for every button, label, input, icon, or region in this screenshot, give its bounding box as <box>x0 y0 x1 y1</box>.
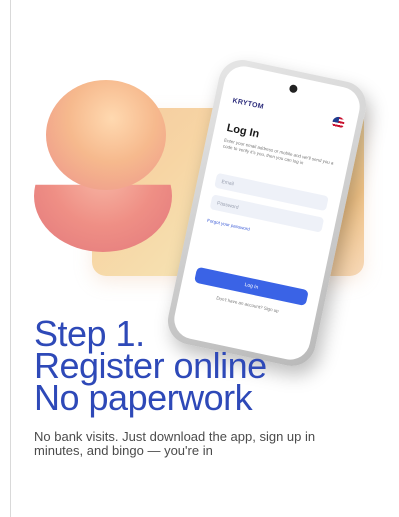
us-flag-icon[interactable] <box>331 115 346 130</box>
hero-illustration: KRYTOM Log In Enter your email address o… <box>22 28 372 371</box>
step-description: No bank visits. Just download the app, s… <box>34 429 316 458</box>
camera-icon <box>288 84 299 94</box>
forgot-password-link[interactable]: Forgot your password <box>207 218 251 232</box>
left-divider <box>10 0 11 517</box>
login-title: Log In <box>225 121 261 141</box>
step-title-line3: No paperwork <box>34 377 253 418</box>
login-button[interactable]: Log In <box>193 266 309 307</box>
login-description: Enter your email address or mobile and w… <box>222 137 334 166</box>
sphere-shape <box>46 80 166 190</box>
brand-logo: KRYTOM <box>231 96 265 111</box>
step-title: Step 1. Register online No paperwork <box>34 316 374 418</box>
